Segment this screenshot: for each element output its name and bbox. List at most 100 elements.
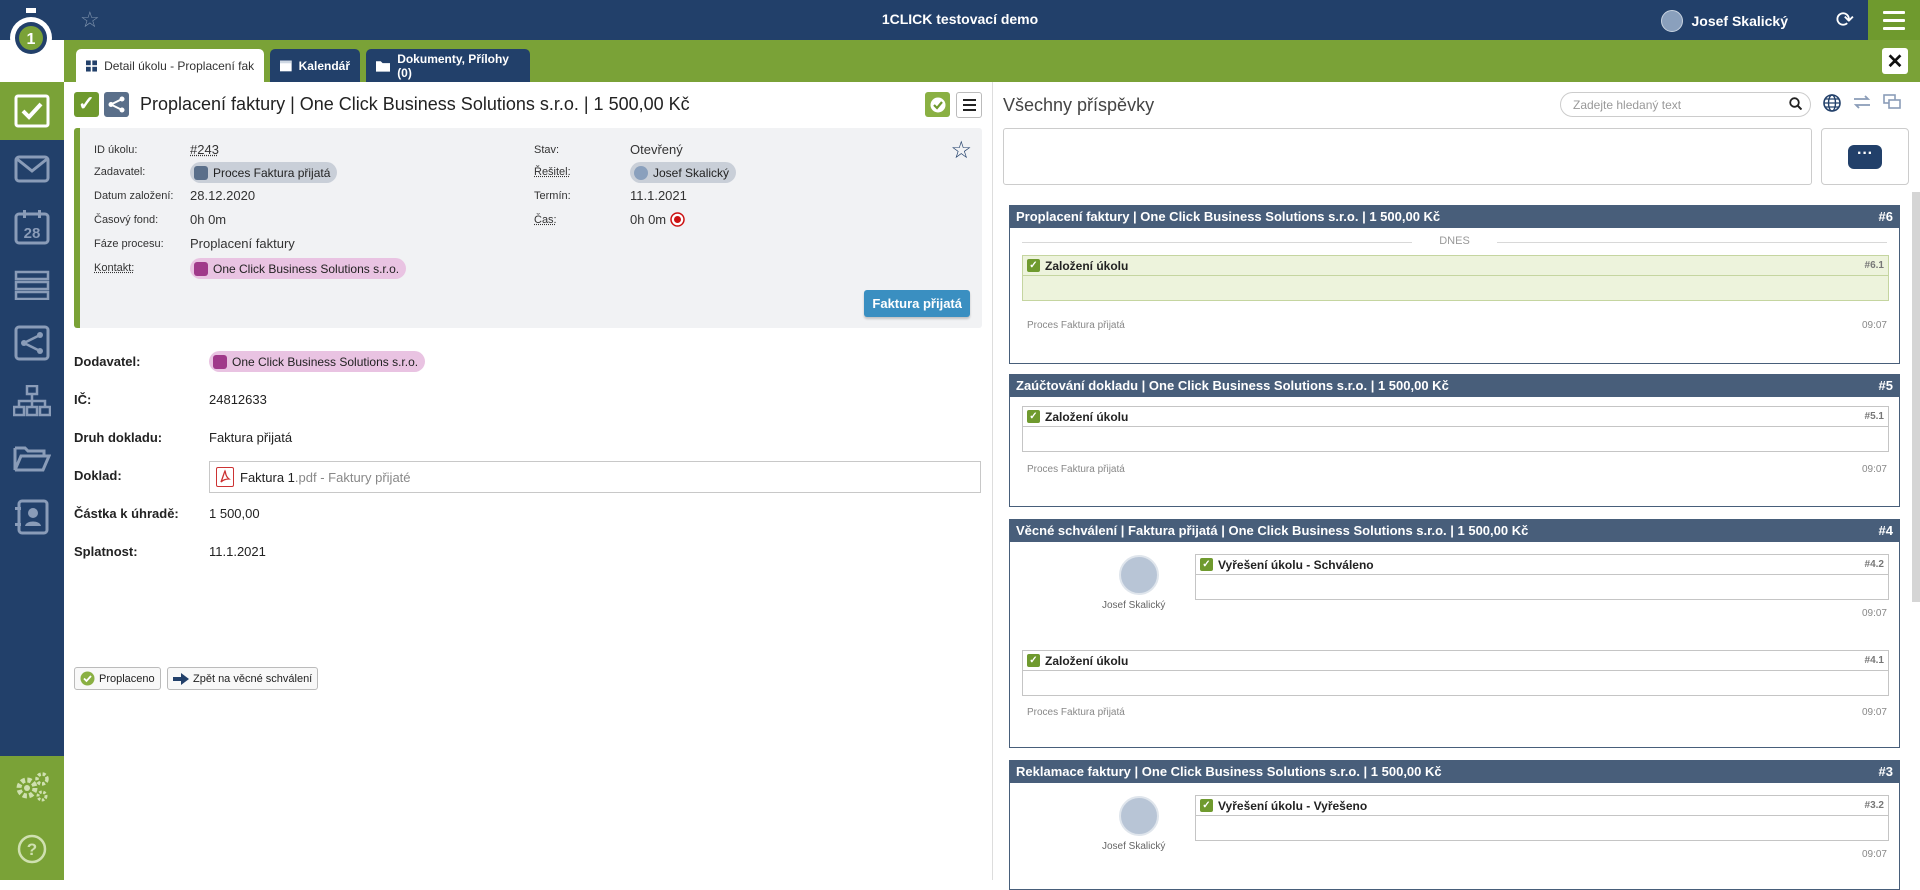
contact-icon: [213, 355, 227, 369]
checkbox-icon: [14, 94, 50, 128]
requester-pill[interactable]: Proces Faktura přijatá: [190, 162, 337, 183]
post-item[interactable]: ✓ Vyřešení úkolu - Schváleno #4.2: [1195, 554, 1889, 600]
requester-name: Proces Faktura přijatá: [213, 166, 330, 180]
folder-open-icon: [13, 444, 51, 474]
thread-header[interactable]: Proplacení faktury | One Click Business …: [1010, 205, 1899, 228]
post-item[interactable]: ✓ Založení úkolu #4.1: [1022, 650, 1889, 696]
post-time: 09:07: [1862, 320, 1887, 331]
check-circle-icon: [80, 671, 95, 686]
thread-card: Reklamace faktury | One Click Business S…: [1009, 760, 1900, 890]
post-title: Vyřešení úkolu - Vyřešeno: [1218, 799, 1367, 813]
field-label-deadline: Termín:: [534, 190, 571, 202]
tab-documents[interactable]: Dokumenty, Přílohy (0): [366, 49, 530, 82]
new-post-textarea[interactable]: [1003, 128, 1812, 185]
checkbox-icon: ✓: [1200, 799, 1213, 812]
scrollbar[interactable]: [1912, 192, 1920, 602]
field-label-created: Datum založení:: [94, 190, 173, 202]
sidebar-item-list[interactable]: [0, 256, 64, 314]
sidebar-item-organization[interactable]: [0, 372, 64, 430]
task-id[interactable]: #243: [190, 142, 219, 157]
process-icon[interactable]: [104, 92, 129, 117]
user-avatar: [1661, 10, 1683, 32]
help-button[interactable]: ?: [0, 820, 64, 878]
posts-search-input[interactable]: Zadejte hledaný text: [1560, 92, 1811, 117]
supplier-name: One Click Business Solutions s.r.o.: [232, 355, 418, 369]
calendar-icon: 28: [14, 209, 50, 245]
amount-value: 1 500,00: [209, 506, 260, 521]
field-label-assignee[interactable]: Řešitel:: [534, 166, 571, 178]
process-icon: [14, 325, 50, 361]
thread-card: Zaúčtování dokladu | One Click Business …: [1009, 374, 1900, 507]
thread-header[interactable]: Věcné schválení | Faktura přijatá | One …: [1010, 519, 1899, 542]
tab-calendar[interactable]: Kalendář: [270, 49, 360, 82]
user-menu[interactable]: Josef Skalický: [1661, 10, 1788, 32]
post-item[interactable]: ✓ Založení úkolu #5.1: [1022, 406, 1889, 452]
windows-icon[interactable]: [1883, 94, 1901, 115]
contact-name: One Click Business Solutions s.r.o.: [213, 262, 399, 276]
post-time: 09:07: [1862, 849, 1887, 860]
post-number: #4.2: [1865, 559, 1884, 570]
process-faktura-button[interactable]: Faktura přijatá: [864, 290, 970, 317]
post-title: Založení úkolu: [1045, 654, 1128, 668]
checkbox-icon: ✓: [1200, 558, 1213, 571]
post-item[interactable]: ✓ Založení úkolu #6.1: [1022, 255, 1889, 301]
app-logo[interactable]: 1: [4, 6, 58, 62]
post-time: 09:07: [1862, 707, 1887, 718]
org-chart-icon: [13, 385, 51, 417]
hamburger-menu-button[interactable]: [1868, 0, 1920, 40]
thread-header[interactable]: Reklamace faktury | One Click Business S…: [1010, 760, 1899, 783]
post-author: Proces Faktura přijatá: [1027, 707, 1125, 718]
back-to-approval-button[interactable]: Zpět na věcné schválení: [167, 667, 318, 690]
sidebar-bottom: ?: [0, 756, 64, 880]
field-label-status: Stav:: [534, 144, 559, 156]
phase-value: Proplacení faktury: [190, 236, 295, 251]
sort-arrows-icon[interactable]: [1853, 94, 1871, 115]
assignee-pill[interactable]: Josef Skalický: [630, 162, 736, 183]
tab-task-detail[interactable]: Detail úkolu - Proplacení faktury | ...: [76, 49, 264, 82]
close-icon[interactable]: ✕: [1882, 48, 1908, 74]
sidebar-item-tasks[interactable]: [0, 82, 64, 140]
record-icon[interactable]: [670, 212, 685, 227]
contact-pill[interactable]: One Click Business Solutions s.r.o.: [190, 258, 406, 279]
due-date-label: Splatnost:: [74, 544, 138, 559]
sidebar-item-documents[interactable]: [0, 430, 64, 488]
task-complete-checkbox[interactable]: ✓: [74, 92, 99, 117]
task-detail-panel: ✓ Proplacení faktury | One Click Busines…: [64, 82, 992, 880]
sidebar-item-calendar[interactable]: 28: [0, 198, 64, 256]
document-label: Doklad:: [74, 468, 122, 483]
favorite-star-icon[interactable]: ☆: [80, 7, 100, 33]
post-title: Založení úkolu: [1045, 410, 1128, 424]
stopwatch-logo-icon: 1: [4, 6, 58, 62]
paid-button[interactable]: Proplaceno: [74, 667, 161, 690]
sidebar-item-contacts[interactable]: [0, 488, 64, 546]
favorite-star-icon[interactable]: ☆: [950, 136, 972, 165]
thread-title: Zaúčtování dokladu | One Click Business …: [1016, 378, 1449, 393]
thread-number: #6: [1879, 209, 1893, 224]
amount-label: Částka k úhradě:: [74, 506, 179, 521]
search-icon[interactable]: [1789, 97, 1802, 113]
svg-text:?: ?: [27, 840, 37, 859]
sidebar-item-processes[interactable]: [0, 314, 64, 372]
settings-button[interactable]: [0, 758, 64, 816]
field-label-time-fund: Časový fond:: [94, 214, 158, 226]
resolve-button[interactable]: [925, 92, 950, 117]
field-label-id: ID úkolu:: [94, 144, 137, 156]
task-menu-button[interactable]: [956, 92, 982, 118]
post-number: #6.1: [1865, 260, 1884, 271]
supplier-pill[interactable]: One Click Business Solutions s.r.o.: [209, 351, 425, 372]
contact-card-icon: [14, 499, 50, 535]
post-item[interactable]: ✓ Vyřešení úkolu - Vyřešeno #3.2: [1195, 795, 1889, 841]
thread-number: #5: [1879, 378, 1893, 393]
thread-header[interactable]: Zaúčtování dokladu | One Click Business …: [1010, 374, 1899, 397]
process-icon: [194, 166, 208, 180]
send-post-button[interactable]: ···: [1821, 128, 1909, 185]
ic-label: IČ:: [74, 392, 91, 407]
document-attachment-field[interactable]: Faktura 1 .pdf - Faktury přijaté: [209, 461, 981, 493]
sidebar-item-mail[interactable]: [0, 140, 64, 198]
refresh-icon[interactable]: ⟳: [1836, 7, 1854, 33]
globe-icon[interactable]: [1823, 94, 1841, 117]
post-number: #4.1: [1865, 655, 1884, 666]
field-label-contact[interactable]: Kontakt:: [94, 262, 134, 274]
post-user: Josef Skalický: [1102, 841, 1165, 852]
post-author: Proces Faktura přijatá: [1027, 320, 1125, 331]
